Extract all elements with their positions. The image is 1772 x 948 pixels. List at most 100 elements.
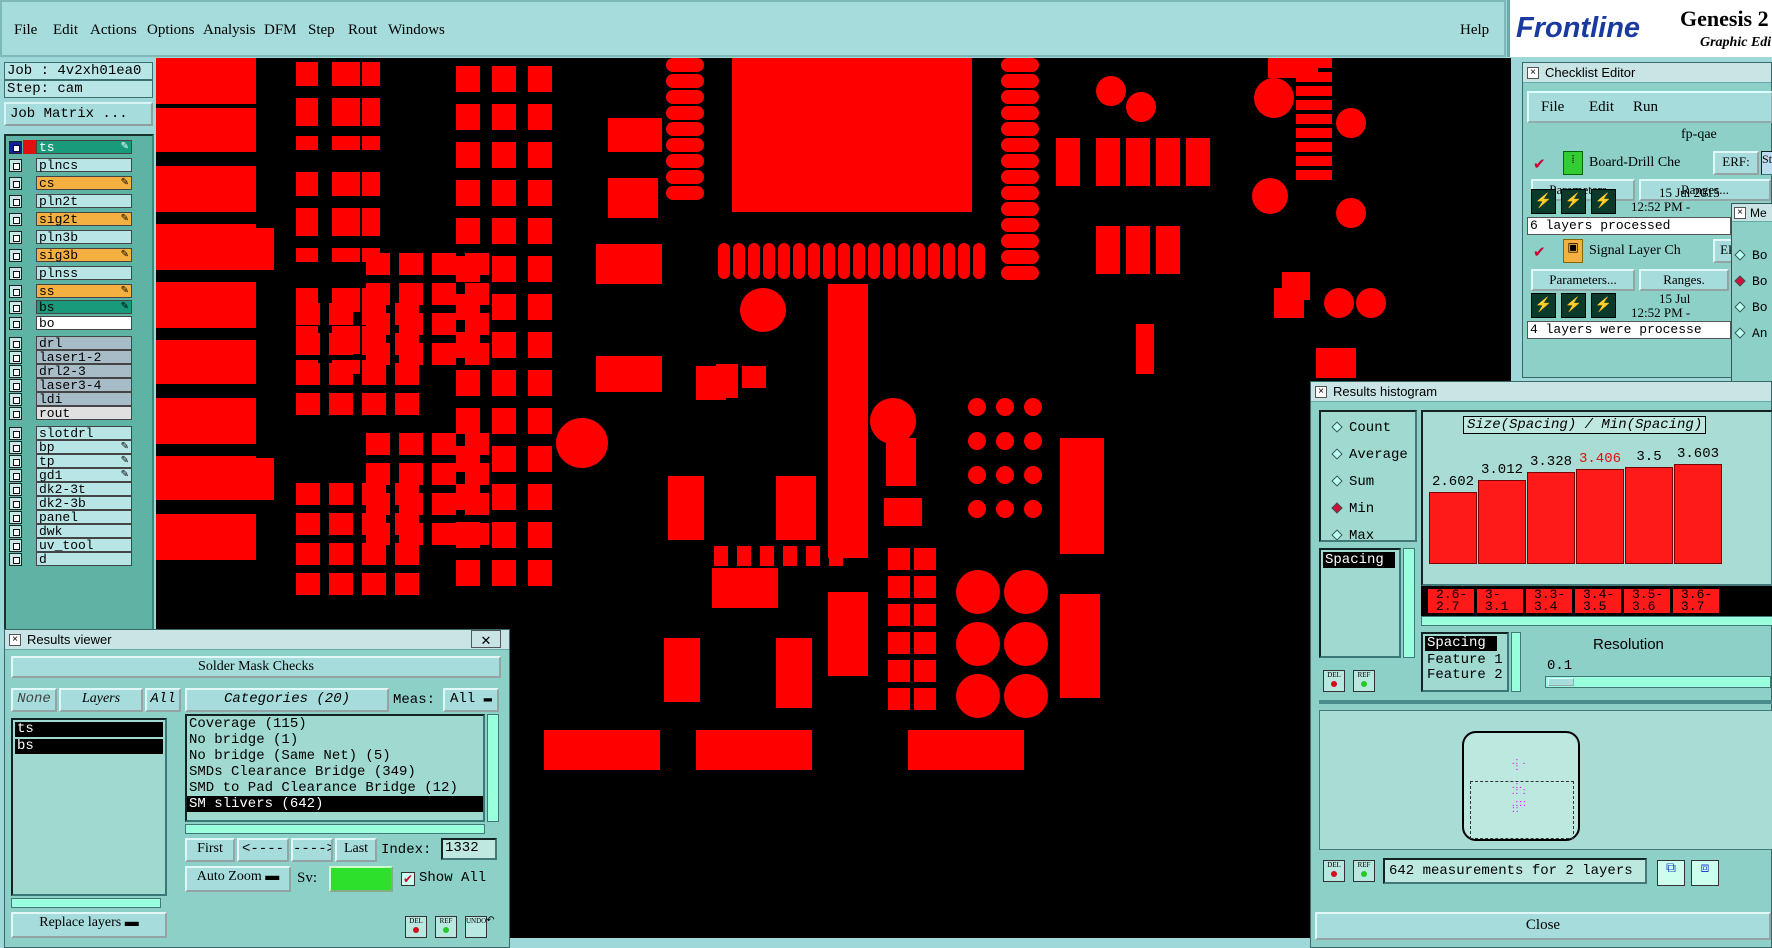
layer-display-swatch[interactable] bbox=[23, 510, 36, 524]
results-layer-list[interactable]: ts bs bbox=[11, 718, 167, 896]
option-sum[interactable]: Sum bbox=[1331, 474, 1374, 490]
run-icon[interactable]: ⚡ bbox=[1591, 293, 1616, 318]
layer-row-slotdrl[interactable]: slotdrl bbox=[9, 426, 132, 440]
layer-row-pln3b[interactable]: pln3b bbox=[9, 230, 132, 244]
layer-affected-checkbox[interactable] bbox=[9, 159, 22, 172]
show-all-checkbox[interactable]: ✔ bbox=[401, 872, 415, 886]
layer-row-drl2-3[interactable]: drl2-3 bbox=[9, 364, 132, 378]
layer-row-ss[interactable]: ss ✎ bbox=[9, 284, 132, 298]
layer-row-plncs[interactable]: plncs bbox=[9, 158, 132, 172]
layer-name[interactable]: drl2-3 bbox=[36, 364, 132, 378]
layer-name[interactable]: d bbox=[36, 552, 132, 566]
layer-affected-checkbox[interactable] bbox=[9, 407, 22, 420]
layer-row-panel[interactable]: panel bbox=[9, 510, 132, 524]
layer-affected-checkbox[interactable] bbox=[9, 267, 22, 280]
layer-row-sig3b[interactable]: sig3b ✎ bbox=[9, 248, 132, 262]
layer-row-tp[interactable]: tp ✎ bbox=[9, 454, 132, 468]
layer-row-rout[interactable]: rout bbox=[9, 406, 132, 420]
histogram-bar[interactable] bbox=[1429, 491, 1477, 564]
layer-name[interactable]: uv_tool bbox=[36, 538, 132, 552]
layer-row-laser1-2[interactable]: laser1-2 bbox=[9, 350, 132, 364]
layer-row-d[interactable]: d bbox=[9, 552, 132, 566]
layer-name[interactable]: bs ✎ bbox=[36, 300, 132, 314]
layer-display-swatch[interactable] bbox=[23, 284, 36, 298]
layer-affected-checkbox[interactable] bbox=[9, 455, 22, 468]
run-icon[interactable]: ⚡ bbox=[1561, 293, 1586, 318]
next-button[interactable]: ----> bbox=[291, 838, 333, 862]
resolution-slider-thumb[interactable] bbox=[1548, 678, 1574, 686]
layer-row-uv_tool[interactable]: uv_tool bbox=[9, 538, 132, 552]
layer-display-swatch[interactable] bbox=[23, 140, 36, 154]
previous-button[interactable]: <---- bbox=[237, 838, 289, 862]
layer-display-swatch[interactable] bbox=[23, 350, 36, 364]
layer-row-dk2-3b[interactable]: dk2-3b bbox=[9, 496, 132, 510]
resolution-slider[interactable] bbox=[1545, 676, 1771, 688]
layer-name[interactable]: sig2t ✎ bbox=[36, 212, 132, 226]
run-icon[interactable]: ⚡ bbox=[1531, 189, 1556, 214]
check-item-1-erf-field[interactable]: Ste bbox=[1761, 151, 1772, 175]
menu-edit[interactable]: Edit bbox=[53, 22, 78, 39]
layer-display-swatch[interactable] bbox=[23, 538, 36, 552]
layer-list-item[interactable]: bs bbox=[15, 739, 163, 754]
layers-button[interactable]: Layers bbox=[59, 688, 143, 712]
layer-display-swatch[interactable] bbox=[23, 552, 36, 566]
measure-item[interactable]: Spacing bbox=[1323, 552, 1395, 568]
histogram-bar[interactable] bbox=[1527, 471, 1575, 564]
layer-affected-checkbox[interactable] bbox=[9, 379, 22, 392]
layer-display-swatch[interactable] bbox=[23, 496, 36, 510]
category-item[interactable]: Coverage (115) bbox=[187, 716, 483, 732]
layer-display-swatch[interactable] bbox=[23, 378, 36, 392]
categories-hscrollbar[interactable] bbox=[185, 824, 485, 834]
layer-display-swatch[interactable] bbox=[23, 364, 36, 378]
layer-name[interactable]: pln2t bbox=[36, 194, 132, 208]
replace-layers-dropdown[interactable]: Replace layers ▬ bbox=[11, 912, 167, 938]
layer-row-gd1[interactable]: gd1 ✎ bbox=[9, 468, 132, 482]
menu-dfm[interactable]: DFM bbox=[264, 22, 297, 39]
layer-display-swatch[interactable] bbox=[23, 336, 36, 350]
side-option[interactable]: An bbox=[1734, 326, 1768, 341]
layer-affected-checkbox[interactable] bbox=[9, 393, 22, 406]
del-icon[interactable]: DEL bbox=[1323, 670, 1345, 692]
axis-vscrollbar[interactable] bbox=[1511, 632, 1521, 692]
del-icon[interactable]: DEL bbox=[1323, 860, 1345, 882]
category-item[interactable]: SMDs Clearance Bridge (349) bbox=[187, 764, 483, 780]
close-icon[interactable]: ✕ bbox=[471, 630, 501, 648]
side-option[interactable]: Bo bbox=[1734, 274, 1768, 289]
layer-affected-checkbox[interactable] bbox=[9, 301, 22, 314]
layer-affected-checkbox[interactable] bbox=[9, 511, 22, 524]
option-average[interactable]: Average bbox=[1331, 447, 1408, 463]
layer-row-sig2t[interactable]: sig2t ✎ bbox=[9, 212, 132, 226]
categories-vscrollbar[interactable] bbox=[487, 714, 499, 822]
categories-button[interactable]: Categories (20) bbox=[185, 688, 389, 712]
layer-name[interactable]: ss ✎ bbox=[36, 284, 132, 298]
layer-display-swatch[interactable] bbox=[23, 482, 36, 496]
layer-affected-checkbox[interactable] bbox=[9, 553, 22, 566]
layer-display-swatch[interactable] bbox=[23, 454, 36, 468]
layer-name[interactable]: ts ✎ bbox=[36, 140, 132, 154]
layer-name[interactable]: ldi bbox=[36, 392, 132, 406]
layer-display-swatch[interactable] bbox=[23, 440, 36, 454]
layer-name[interactable]: laser3-4 bbox=[36, 378, 132, 392]
layer-affected-checkbox[interactable] bbox=[9, 539, 22, 552]
menu-rout[interactable]: Rout bbox=[348, 22, 377, 39]
chart-hscrollbar[interactable] bbox=[1421, 616, 1772, 626]
auto-zoom-dropdown[interactable]: Auto Zoom ▬ bbox=[185, 866, 291, 892]
layer-affected-checkbox[interactable] bbox=[9, 525, 22, 538]
layer-row-ts[interactable]: ts ✎ bbox=[9, 140, 132, 154]
layer-affected-checkbox[interactable] bbox=[9, 337, 22, 350]
layer-name[interactable]: dk2-3t bbox=[36, 482, 132, 496]
histogram-bar[interactable] bbox=[1576, 469, 1624, 564]
check-item-1-label[interactable]: Board-Drill Che bbox=[1589, 155, 1680, 171]
layer-affected-checkbox[interactable] bbox=[9, 483, 22, 496]
layer-affected-checkbox[interactable] bbox=[9, 231, 22, 244]
side-option[interactable]: Bo bbox=[1734, 248, 1768, 263]
job-matrix-button[interactable]: Job Matrix ... bbox=[4, 102, 153, 126]
layer-display-swatch[interactable] bbox=[23, 248, 36, 262]
ref-icon[interactable]: REF bbox=[435, 916, 457, 938]
layer-affected-checkbox[interactable] bbox=[9, 427, 22, 440]
axis-item[interactable]: Feature 1 bbox=[1423, 653, 1507, 668]
layer-name[interactable]: slotdrl bbox=[36, 426, 132, 440]
layer-list-hscrollbar[interactable] bbox=[11, 898, 161, 908]
layer-name[interactable]: rout bbox=[36, 406, 132, 420]
layer-affected-checkbox[interactable] bbox=[9, 285, 22, 298]
